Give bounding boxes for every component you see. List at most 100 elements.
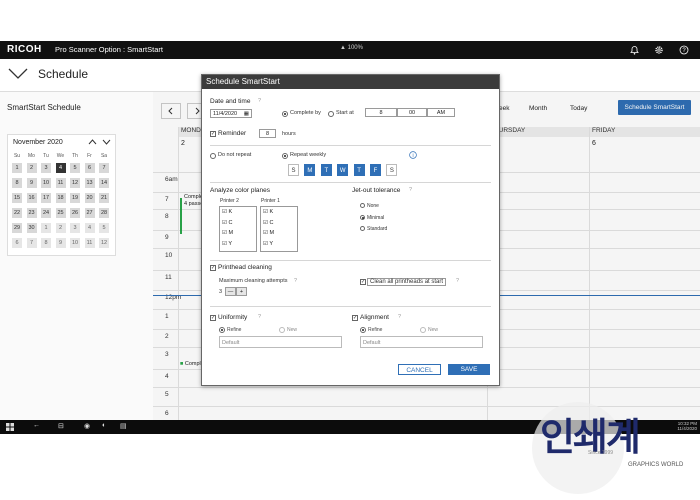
mini-calendar-day[interactable]: 5 <box>99 223 109 233</box>
uniformity-profile-field[interactable]: Default <box>219 336 342 348</box>
mini-calendar-day[interactable]: 2 <box>26 163 37 173</box>
mini-calendar-day[interactable]: 9 <box>55 238 66 248</box>
mini-calendar-day[interactable]: 13 <box>84 178 95 188</box>
mini-calendar-day[interactable]: 15 <box>12 193 22 203</box>
chevron-up-icon[interactable] <box>88 138 97 146</box>
color-plane-item[interactable]: ☑ Y <box>263 241 273 247</box>
alignment-refine-radio[interactable] <box>360 327 366 333</box>
date-field[interactable]: 11/4/2020 ▦ <box>210 109 252 118</box>
color-plane-item[interactable]: ☑ C <box>263 220 273 226</box>
mini-calendar-day[interactable]: 17 <box>41 193 51 203</box>
complete-by-radio[interactable] <box>282 111 288 117</box>
color-plane-item[interactable]: ☑ K <box>222 209 232 215</box>
mini-calendar-day[interactable]: 30 <box>26 223 37 233</box>
repeat-weekly-radio[interactable] <box>282 153 288 159</box>
mini-calendar-day[interactable]: 5 <box>70 163 80 173</box>
mini-calendar-day[interactable]: 9 <box>26 178 37 188</box>
mini-calendar-day[interactable]: 6 <box>12 238 22 248</box>
printhead-cleaning-checkbox[interactable]: ✓ <box>210 265 216 271</box>
bell-icon[interactable] <box>630 45 639 55</box>
mini-calendar-day[interactable]: 22 <box>12 208 22 218</box>
mini-calendar-day[interactable]: 23 <box>26 208 37 218</box>
mini-calendar-day[interactable]: 16 <box>26 193 37 203</box>
tolerance-radio[interactable] <box>360 203 365 208</box>
mini-calendar-day[interactable]: 2 <box>55 223 66 233</box>
color-plane-item[interactable]: ☑ C <box>222 220 232 226</box>
app-icon[interactable]: ◐ <box>102 422 106 429</box>
uniformity-new-radio[interactable] <box>279 327 285 333</box>
mini-calendar-day[interactable]: 18 <box>55 193 66 203</box>
start-at-radio[interactable] <box>328 111 334 117</box>
tolerance-radio[interactable] <box>360 214 365 220</box>
hour-field[interactable]: 8 <box>365 108 397 117</box>
color-plane-item[interactable]: ☑ M <box>263 230 274 236</box>
mini-calendar-day[interactable]: 25 <box>55 208 66 218</box>
reminder-checkbox[interactable]: ✓ <box>210 131 216 137</box>
mini-calendar-day[interactable]: 11 <box>55 178 66 188</box>
color-plane-item[interactable]: ☑ M <box>222 230 233 236</box>
weekday-toggle[interactable]: M <box>304 164 316 176</box>
alignment-profile-field[interactable]: Default <box>360 336 483 348</box>
alignment-new-radio[interactable] <box>420 327 426 333</box>
color-plane-item[interactable]: ☑ K <box>263 209 273 215</box>
mini-calendar-day[interactable]: 12 <box>99 238 109 248</box>
mini-calendar-day[interactable]: 3 <box>41 163 51 173</box>
minute-field[interactable]: 00 <box>397 108 427 117</box>
alignment-checkbox[interactable]: ✓ <box>352 315 358 321</box>
mini-calendar-day[interactable]: 7 <box>99 163 109 173</box>
mini-calendar-day[interactable]: 1 <box>12 163 22 173</box>
weekday-toggle[interactable]: T <box>320 164 332 176</box>
color-plane-item[interactable]: ☑ Y <box>222 241 232 247</box>
mini-calendar-day[interactable]: 3 <box>70 223 80 233</box>
do-not-repeat-radio[interactable] <box>210 153 216 159</box>
mini-calendar-day[interactable]: 10 <box>70 238 80 248</box>
info-icon[interactable]: i <box>409 151 417 159</box>
mini-calendar-day[interactable]: 29 <box>12 223 22 233</box>
mini-calendar-day[interactable]: 28 <box>99 208 109 218</box>
save-button[interactable]: SAVE <box>448 364 490 375</box>
mini-calendar-day[interactable]: 6 <box>84 163 95 173</box>
mini-calendar-day[interactable]: 10 <box>41 178 51 188</box>
mini-calendar-day[interactable]: 4 <box>84 223 95 233</box>
mini-calendar-day[interactable]: 21 <box>99 193 109 203</box>
mini-calendar-day[interactable]: 12 <box>70 178 80 188</box>
back-arrow-icon[interactable]: ← <box>33 422 40 429</box>
task-view-icon[interactable]: ⊟ <box>58 422 64 430</box>
windows-start-icon[interactable] <box>6 423 14 431</box>
mini-calendar-day[interactable]: 24 <box>41 208 51 218</box>
uniformity-refine-radio[interactable] <box>219 327 225 333</box>
mini-calendar-day[interactable]: 26 <box>70 208 80 218</box>
mini-calendar-day[interactable]: 4 <box>55 163 66 173</box>
chevron-down-icon[interactable] <box>8 68 28 80</box>
calendar-icon[interactable]: ▦ <box>244 110 249 119</box>
mini-calendar-day[interactable]: 20 <box>84 193 95 203</box>
tolerance-radio[interactable] <box>360 226 365 231</box>
mini-calendar-day[interactable]: 1 <box>41 223 51 233</box>
weekday-toggle[interactable]: S <box>386 164 398 176</box>
uniformity-label: Uniformity <box>218 314 248 321</box>
weekday-toggle[interactable]: F <box>370 164 381 176</box>
mini-calendar-day[interactable]: 27 <box>84 208 95 218</box>
decrement-button[interactable]: — <box>225 287 236 296</box>
mini-calendar-day[interactable]: 19 <box>70 193 80 203</box>
clean-all-checkbox[interactable]: ✓ <box>360 279 366 285</box>
mini-calendar-day[interactable]: 7 <box>26 238 37 248</box>
eye-icon[interactable]: ◉ <box>84 422 90 430</box>
help-icon[interactable]: ? <box>679 45 689 55</box>
mini-calendar-day[interactable]: 8 <box>12 178 22 188</box>
folder-icon[interactable]: ▤ <box>120 422 127 430</box>
weekday-toggle[interactable]: S <box>288 164 299 176</box>
reminder-hours-field[interactable]: 8 <box>259 129 276 138</box>
weekday-toggle[interactable]: T <box>353 164 365 176</box>
ampm-field[interactable]: AM <box>427 108 455 117</box>
mini-calendar-day[interactable]: 14 <box>99 178 109 188</box>
cancel-button[interactable]: CANCEL <box>398 364 441 375</box>
chevron-down-icon[interactable] <box>102 138 111 146</box>
weekday-toggle[interactable]: W <box>337 164 349 176</box>
mini-calendar-day[interactable]: 11 <box>84 238 95 248</box>
increment-button[interactable]: + <box>236 287 247 296</box>
uniformity-checkbox[interactable]: ✓ <box>210 315 216 321</box>
gear-icon[interactable] <box>654 45 664 55</box>
color-plane-label: Y <box>228 240 233 247</box>
mini-calendar-day[interactable]: 8 <box>41 238 51 248</box>
